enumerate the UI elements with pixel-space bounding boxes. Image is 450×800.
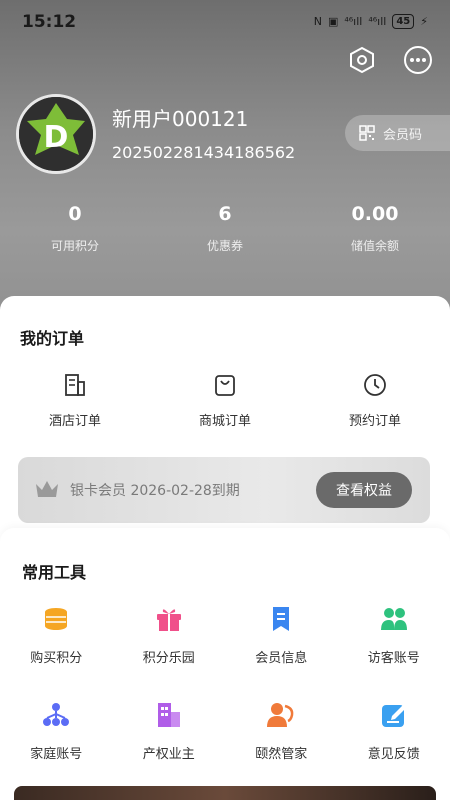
stat-value: 0.00 [351,203,399,225]
view-benefits-button[interactable]: 查看权益 [316,472,412,508]
order-label: 预约订单 [348,414,401,429]
settings-button[interactable] [346,44,378,76]
butler-icon [267,703,294,727]
signal-icon: ⁴⁶ıll [344,15,363,28]
stats-row: 0 可用积分 6 优惠券 0.00 储值余额 [0,203,450,254]
stat-label: 储值余额 [350,239,399,253]
membership-bar: 银卡会员 2026-02-28到期 查看权益 [18,457,430,523]
tool-label: 意见反馈 [367,747,420,762]
hotel-order-button[interactable]: 酒店订单 [0,372,150,429]
tool-label: 产权业主 [142,747,195,762]
qrcode-icon [359,125,375,141]
tool-label: 访客账号 [367,651,420,666]
status-indicators: N ▣ ⁴⁶ıll ⁴⁶ıll 45 ⚡ [314,14,428,29]
banner-image[interactable] [14,786,436,800]
more-icon [404,46,432,74]
status-bar: 15:12 N ▣ ⁴⁶ıll ⁴⁶ıll 45 ⚡ [0,0,450,44]
status-time: 15:12 [22,12,77,32]
user-id: 20250228143418​6562 [112,143,296,162]
shopping-bag-icon [215,375,235,396]
clock-icon [364,374,386,396]
member-code-button[interactable]: 会员码 [345,115,450,151]
username: 新用户000121 [112,107,249,131]
tool-visitor-account[interactable]: 访客账号 [338,604,450,666]
stat-coupons[interactable]: 6 优惠券 [150,203,300,254]
mall-order-button[interactable]: 商城订单 [150,372,300,429]
charging-icon: ⚡ [420,15,428,28]
tool-property-owner[interactable]: 产权业主 [113,700,226,762]
tool-buy-points[interactable]: 购买积分 [0,604,113,666]
tool-label: 购买积分 [30,651,83,666]
tool-label: 颐然管家 [255,747,308,762]
svg-text:D: D [44,120,69,155]
tool-label: 家庭账号 [30,747,83,762]
signal-icon: ⁴⁶ıll [368,15,387,28]
users-icon [380,608,407,630]
battery-icon: 45 [392,14,415,29]
stat-value: 0 [68,203,82,225]
feedback-edit-icon [381,705,406,727]
stat-value: 6 [218,203,232,225]
tool-label: 会员信息 [255,651,308,666]
tools-card: 常用工具 购买积分 积分乐园 会员信息 访客账号 家庭账号 产权业主 颐然管家 … [0,528,450,800]
bookmark-icon [273,607,290,631]
stat-label: 可用积分 [50,239,99,253]
settings-hexagon-icon [350,46,374,74]
order-label: 酒店订单 [48,414,101,429]
avatar[interactable]: D [16,94,96,174]
stat-label: 优惠券 [206,239,243,253]
membership-text: 银卡会员 2026-02-28到期 [70,483,240,499]
crown-icon [36,481,58,497]
tool-feedback[interactable]: 意见反馈 [338,700,450,762]
stat-points[interactable]: 0 可用积分 [0,203,150,254]
tool-butler[interactable]: 颐然管家 [225,700,338,762]
org-tree-icon [43,703,70,726]
nfc-icon: N [313,15,322,28]
vibrate-icon: ▣ [327,15,339,28]
tools-title: 常用工具 [22,563,87,582]
stat-balance[interactable]: 0.00 储值余额 [300,203,450,254]
coins-icon [45,608,68,630]
tool-label: 积分乐园 [142,651,195,666]
member-code-label: 会员码 [383,127,423,143]
booking-order-button[interactable]: 预约订单 [300,372,450,429]
more-button[interactable] [402,44,434,76]
hotel-order-icon [65,374,85,396]
order-label: 商城订单 [198,414,251,429]
tool-family-account[interactable]: 家庭账号 [0,700,113,762]
tool-points-park[interactable]: 积分乐园 [113,604,226,666]
profile-header: 15:12 N ▣ ⁴⁶ıll ⁴⁶ıll 45 ⚡ D 新用户000121 2… [0,0,450,330]
tool-member-info[interactable]: 会员信息 [225,604,338,666]
building-icon [157,703,180,727]
orders-card: 我的订单 酒店订单 商城订单 预约订单 银卡会员 2026-02-28到期 查看… [0,296,450,556]
orders-title: 我的订单 [20,329,85,348]
gift-icon [156,609,181,631]
